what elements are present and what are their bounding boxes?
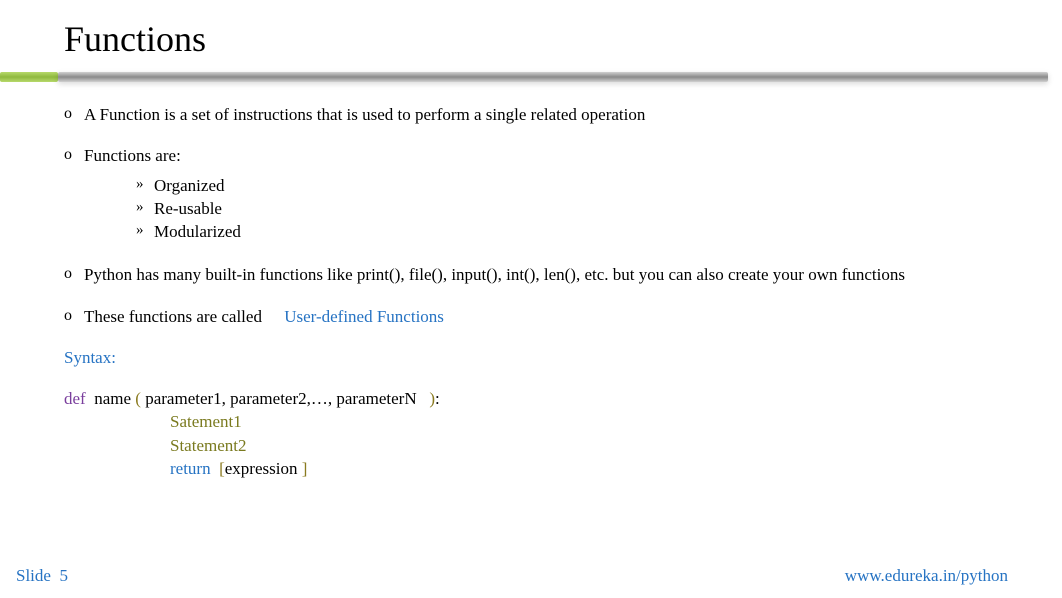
keyword-return: return: [170, 459, 211, 478]
sub-bullet-text: Organized: [154, 175, 225, 196]
syntax-heading: Syntax:: [64, 347, 998, 368]
sub-bullet-item: » Organized: [136, 175, 998, 196]
slide-indicator: Slide 5: [16, 566, 68, 586]
slide-label: Slide: [16, 566, 51, 585]
circle-bullet-icon: o: [64, 104, 84, 124]
bullet-text: Python has many built-in functions like …: [84, 264, 998, 285]
bullet-item: o These functions are called User-define…: [64, 306, 998, 327]
divider-main: [58, 72, 1048, 82]
code-bracket-close: ]: [302, 459, 308, 478]
bullet-item: o A Function is a set of instructions th…: [64, 104, 998, 125]
bullet-item: o Python has many built-in functions lik…: [64, 264, 998, 285]
code-paren-open: (: [135, 389, 141, 408]
bullet-text-part: These functions are called: [84, 307, 262, 326]
sub-bullet-text: Modularized: [154, 221, 241, 242]
arrow-bullet-icon: »: [136, 198, 154, 217]
bullet-text: A Function is a set of instructions that…: [84, 104, 998, 125]
code-expression: expression: [225, 459, 298, 478]
sub-bullet-text: Re-usable: [154, 198, 222, 219]
circle-bullet-icon: o: [64, 145, 84, 165]
code-line: Satement1: [64, 411, 998, 432]
keyword-def: def: [64, 389, 86, 408]
bullet-item: o Functions are:: [64, 145, 998, 166]
sub-bullet-item: » Re-usable: [136, 198, 998, 219]
slide-title: Functions: [0, 0, 1062, 72]
code-name: name: [94, 389, 131, 408]
bullet-text: Functions are:: [84, 145, 998, 166]
code-colon: :: [435, 389, 440, 408]
arrow-bullet-icon: »: [136, 221, 154, 240]
code-block: def name ( parameter1, parameter2,…, par…: [64, 388, 998, 479]
slide-content: o A Function is a set of instructions th…: [0, 82, 1062, 479]
title-divider: [0, 72, 1062, 82]
highlighted-term: User-defined Functions: [284, 307, 444, 326]
sub-bullet-item: » Modularized: [136, 221, 998, 242]
code-line: Statement2: [64, 435, 998, 456]
circle-bullet-icon: o: [64, 306, 84, 326]
code-params: parameter1, parameter2,…, parameterN: [145, 389, 416, 408]
bullet-text: These functions are called User-defined …: [84, 306, 998, 327]
footer-url: www.edureka.in/python: [845, 566, 1008, 586]
code-line: return [expression ]: [64, 458, 998, 479]
circle-bullet-icon: o: [64, 264, 84, 284]
slide-number: 5: [59, 566, 68, 585]
code-line: def name ( parameter1, parameter2,…, par…: [64, 388, 998, 409]
arrow-bullet-icon: »: [136, 175, 154, 194]
sub-bullet-list: » Organized » Re-usable » Modularized: [136, 175, 998, 243]
slide-footer: Slide 5 www.edureka.in/python: [0, 566, 1062, 586]
divider-accent: [0, 72, 58, 82]
